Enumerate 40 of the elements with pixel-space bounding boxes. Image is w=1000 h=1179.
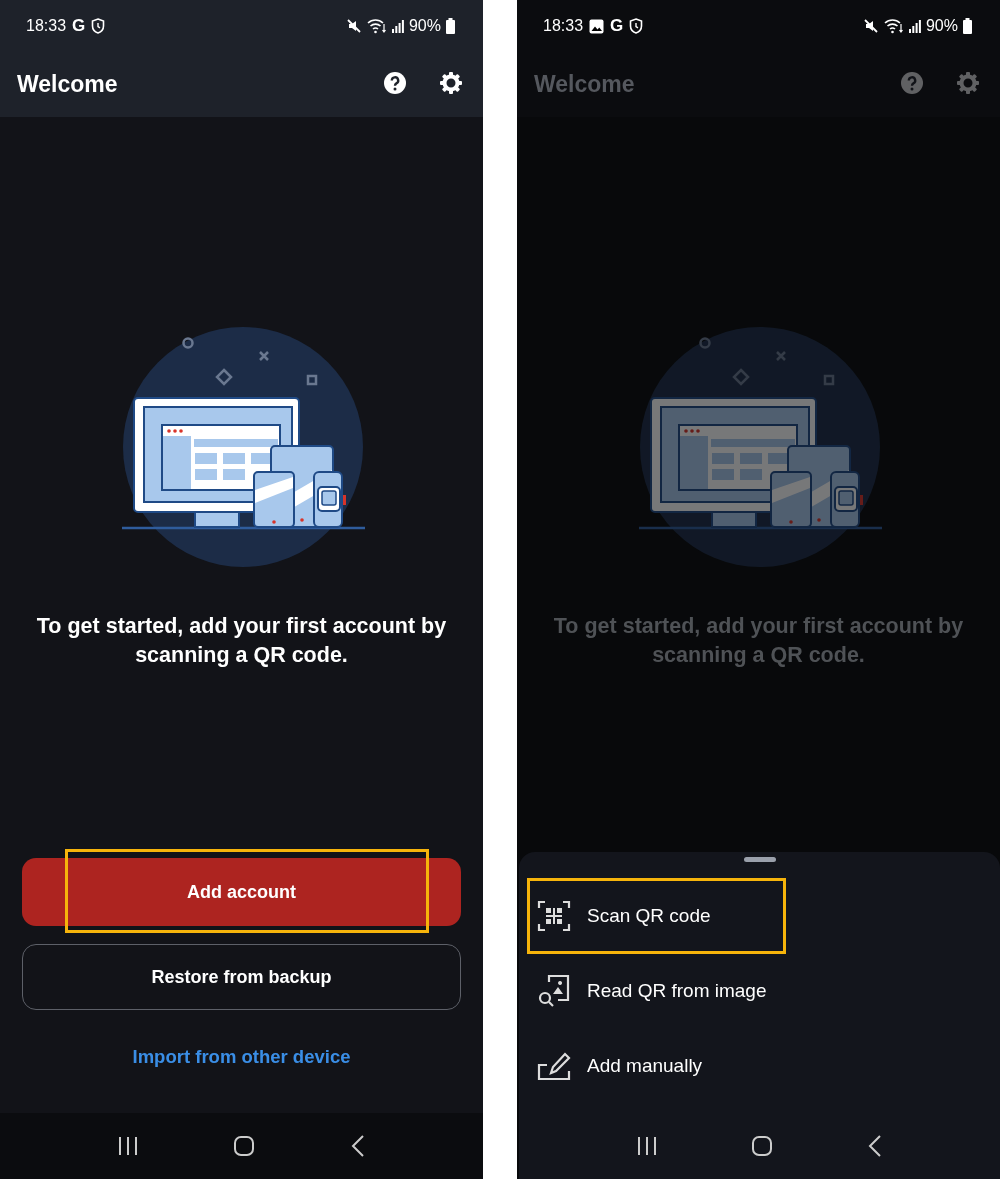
wifi-icon — [883, 18, 904, 34]
settings-icon — [439, 71, 463, 95]
drag-handle[interactable] — [743, 857, 776, 862]
image-icon — [589, 18, 605, 34]
help-icon — [900, 71, 924, 95]
welcome-message: To get started, add your first account by scanning a QR code. — [35, 613, 448, 669]
home-icon[interactable] — [751, 1135, 774, 1157]
import-link[interactable]: Import from other device — [132, 1046, 351, 1068]
back-icon[interactable] — [349, 1134, 366, 1158]
welcome-message: To get started, add your first account by scanning a QR code. — [552, 613, 965, 669]
screen-title: Welcome — [17, 71, 118, 98]
status-time: 18:33 — [543, 17, 584, 35]
sheet-menu-item[interactable]: Add manually — [519, 1028, 1000, 1103]
shield-icon — [91, 18, 106, 34]
image-search-icon — [537, 973, 571, 1008]
mute-icon — [862, 18, 879, 34]
add-account-button[interactable]: Add account — [22, 858, 461, 926]
signal-icon — [908, 19, 921, 33]
battery-percent: 90% — [408, 17, 441, 35]
screen-title: Welcome — [534, 71, 635, 98]
settings-icon — [956, 71, 980, 95]
battery-percent: 90% — [925, 17, 958, 35]
sheet-menu-item[interactable]: Read QR from image — [519, 953, 1000, 1028]
battery-icon — [963, 18, 972, 34]
help-icon — [383, 71, 407, 95]
wifi-icon — [366, 18, 387, 34]
recent-apps-icon[interactable] — [635, 1135, 658, 1157]
shield-icon — [629, 18, 644, 34]
sheet-menu-item[interactable]: Scan QR code — [519, 878, 1000, 953]
recent-apps-icon[interactable] — [117, 1135, 140, 1157]
signal-icon — [391, 19, 404, 33]
back-icon[interactable] — [867, 1134, 884, 1158]
status-time: 18:33 — [26, 17, 67, 35]
mute-icon — [345, 18, 362, 34]
qr-scan-icon — [537, 898, 571, 933]
restore-button[interactable]: Restore from backup — [22, 944, 461, 1010]
battery-icon — [446, 18, 455, 34]
google-letter: G — [610, 16, 624, 36]
home-icon[interactable] — [233, 1135, 256, 1157]
google-letter: G — [72, 16, 86, 36]
